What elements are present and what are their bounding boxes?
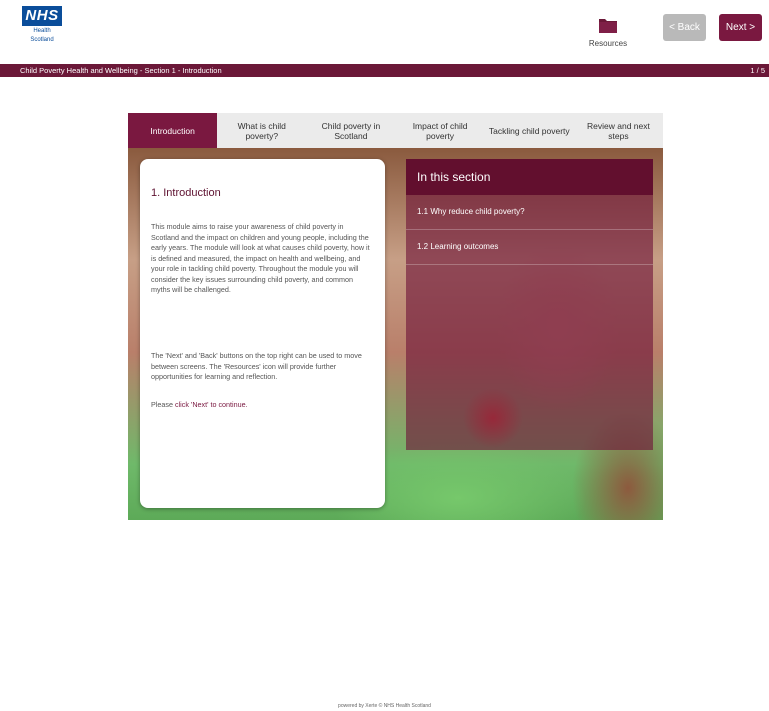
panel-heading: In this section	[406, 159, 653, 195]
logo-sub-line1: Health	[33, 28, 51, 34]
tab-what-is-child-poverty[interactable]: What is child poverty?	[217, 113, 306, 148]
continue-link[interactable]: click 'Next' to continue.	[175, 400, 248, 409]
intro-paragraph-2: The 'Next' and 'Back' buttons on the top…	[151, 351, 362, 381]
logo-text: NHS	[22, 6, 62, 26]
intro-paragraph-1: This module aims to raise your awareness…	[151, 222, 370, 294]
section-link-1-2[interactable]: 1.2 Learning outcomes	[406, 230, 653, 265]
resources-button[interactable]: Resources	[583, 14, 633, 48]
logo-sub-line2: Scotland	[30, 37, 54, 43]
header: NHS Health Scotland Resources < Back Nex…	[0, 0, 769, 62]
resources-label: Resources	[588, 39, 628, 48]
in-this-section-panel: In this section 1.1 Why reduce child pov…	[406, 159, 653, 450]
folder-icon	[599, 19, 617, 33]
nhs-logo: NHS Health Scotland	[22, 6, 62, 56]
tab-tackling-child-poverty[interactable]: Tackling child poverty	[485, 113, 574, 148]
tab-review-and-next-steps[interactable]: Review and next steps	[574, 113, 663, 148]
back-button[interactable]: < Back	[663, 14, 706, 41]
tab-introduction[interactable]: Introduction	[128, 113, 218, 148]
intro-card: 1. Introduction This module aims to rais…	[140, 159, 385, 508]
section-tabs: Introduction What is child poverty? Chil…	[128, 113, 663, 148]
section-title: 1. Introduction	[151, 187, 221, 199]
next-button[interactable]: Next >	[719, 14, 762, 41]
breadcrumb: Child Poverty Health and Wellbeing - Sec…	[0, 64, 769, 77]
page-counter: 1 / 5	[750, 66, 765, 75]
background-photo: 1. Introduction This module aims to rais…	[128, 148, 663, 520]
footer: powered by Xerte © NHS Health Scotland	[338, 703, 431, 709]
breadcrumb-path: Child Poverty Health and Wellbeing - Sec…	[20, 66, 222, 75]
intro-paragraph-3: Please click 'Next' to continue.	[151, 400, 371, 411]
tab-child-poverty-in-scotland[interactable]: Child poverty in Scotland	[306, 113, 395, 148]
tab-impact-of-child-poverty[interactable]: Impact of child poverty	[396, 113, 485, 148]
continue-prefix: Please	[151, 400, 175, 409]
section-link-1-1[interactable]: 1.1 Why reduce child poverty?	[406, 195, 653, 230]
